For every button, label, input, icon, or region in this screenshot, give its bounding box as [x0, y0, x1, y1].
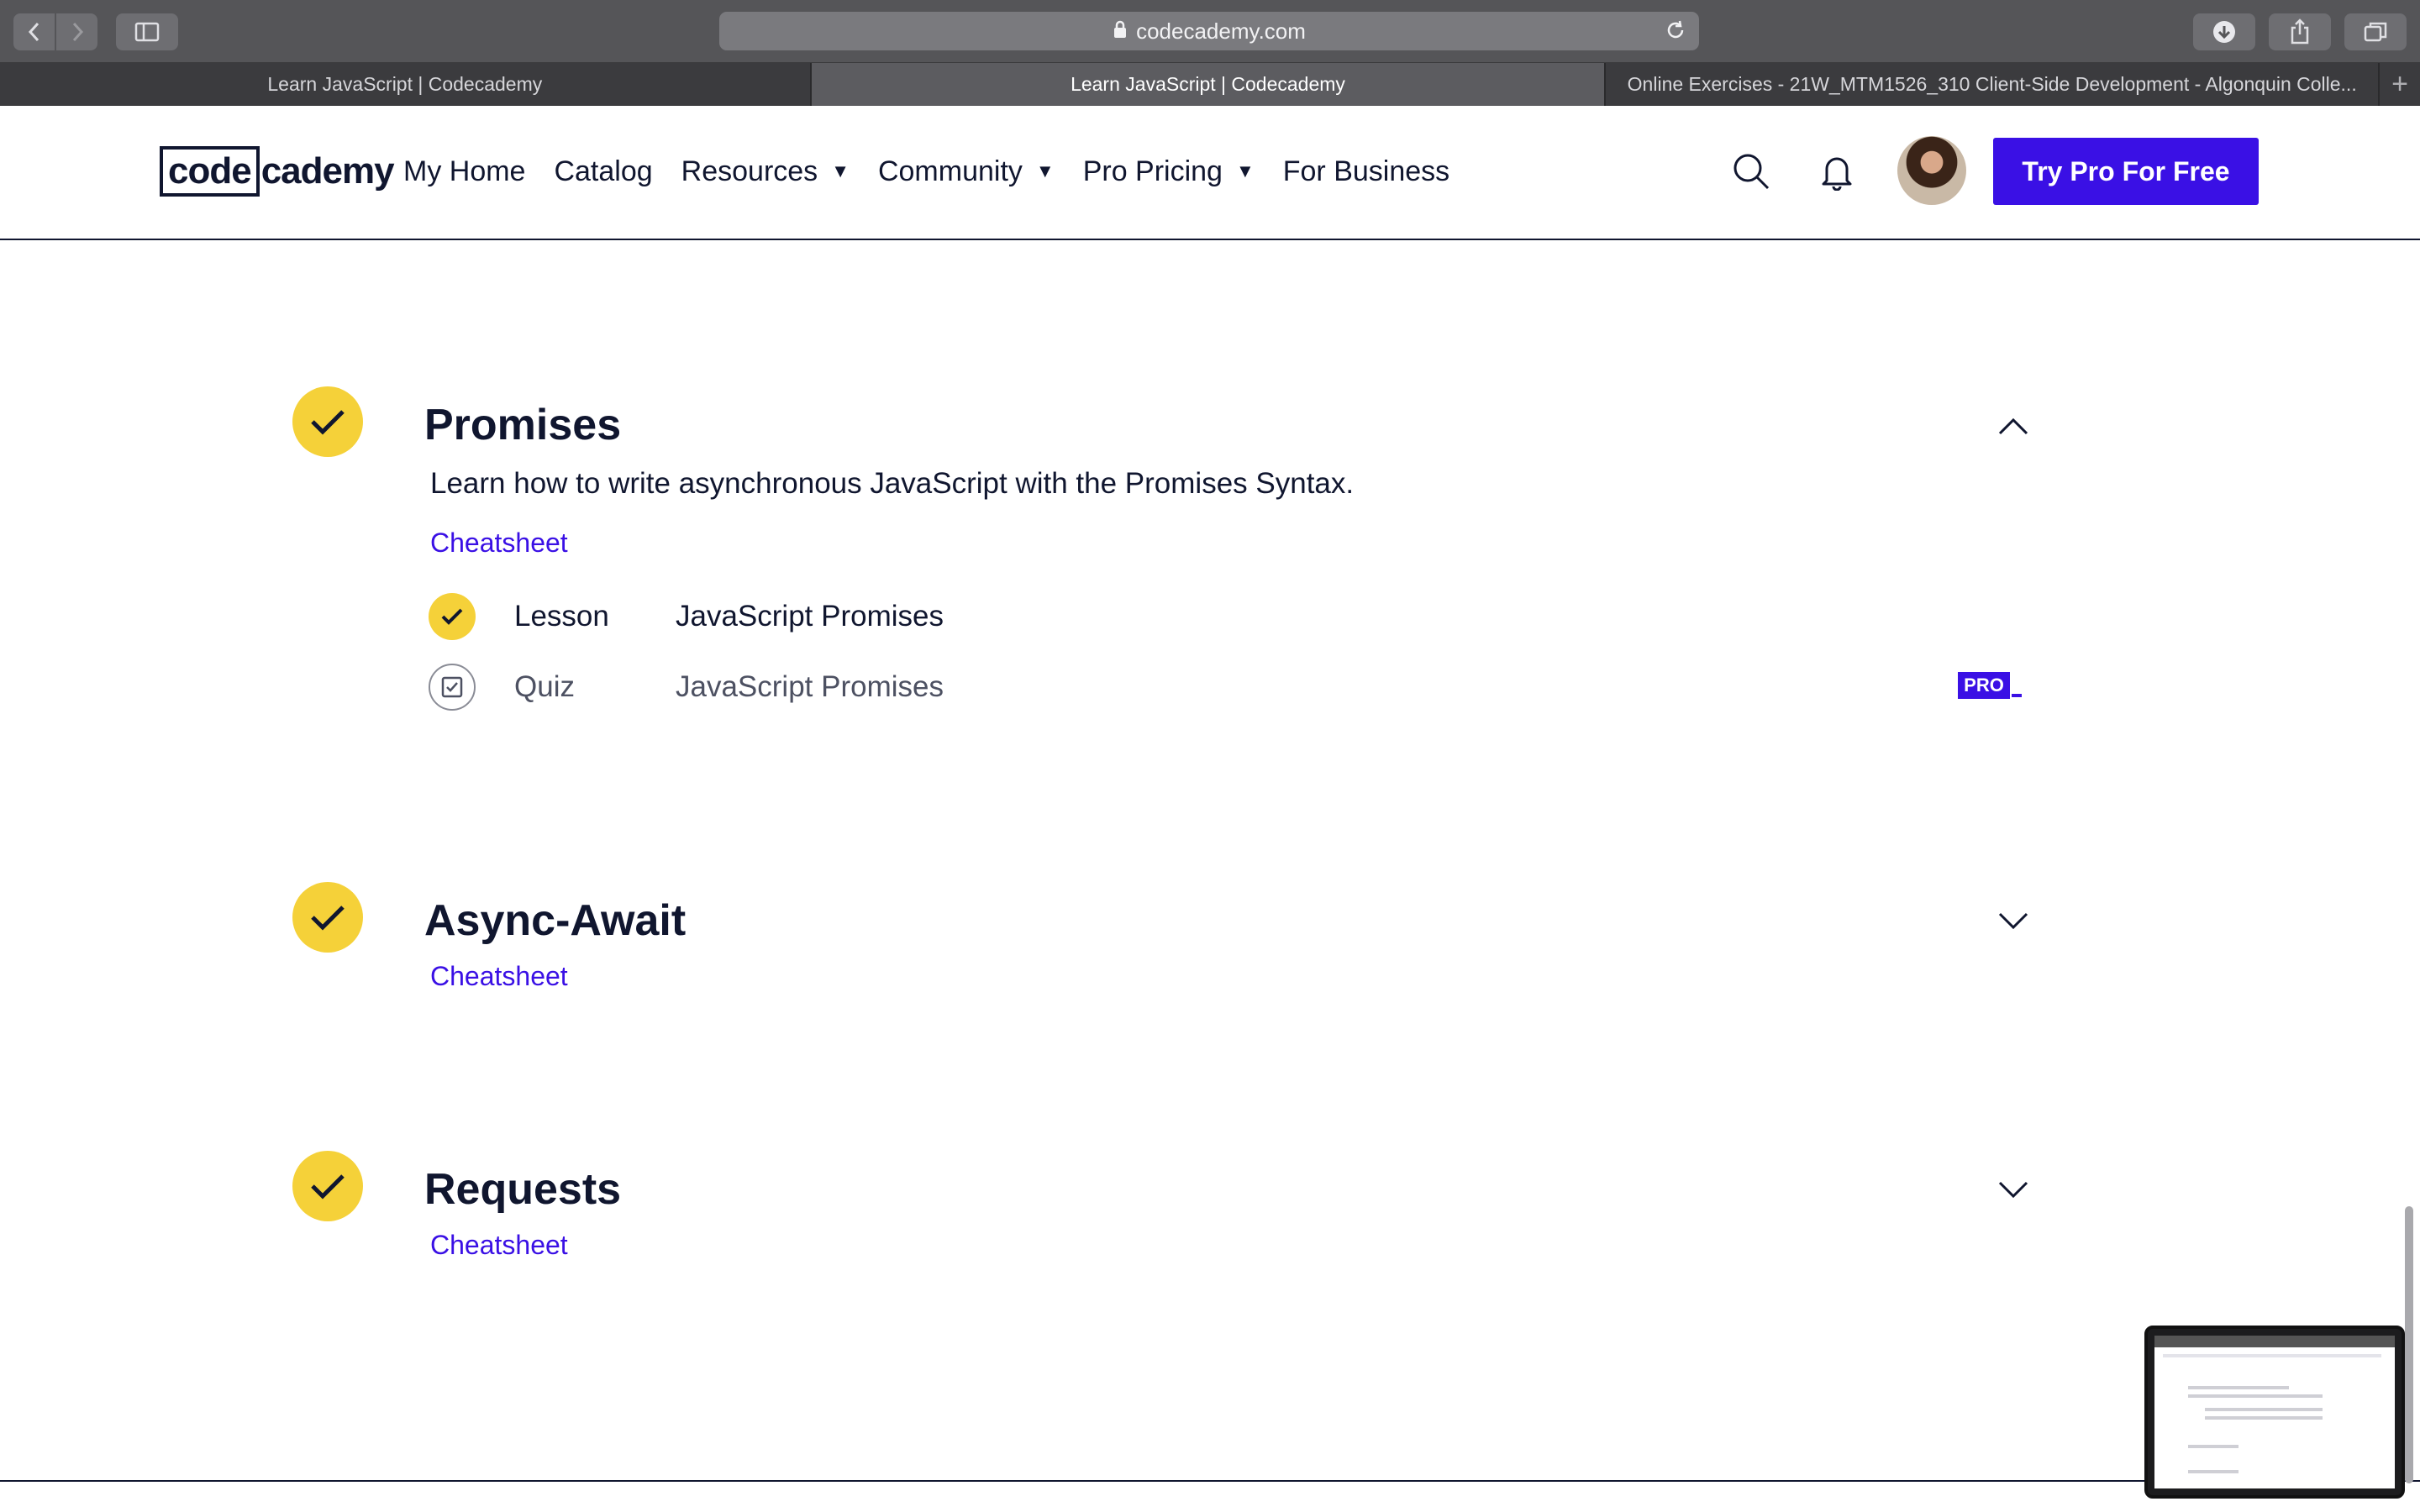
cheatsheet-link[interactable]: Cheatsheet — [430, 961, 568, 992]
screenshot-thumbnail[interactable] — [2144, 1326, 2405, 1499]
tab-bar: Learn JavaScript | Codecademy Learn Java… — [0, 63, 2420, 106]
pro-badge: PRO — [1958, 672, 2010, 699]
chevron-down-icon[interactable] — [1993, 904, 2033, 937]
nav-label: Community — [877, 155, 1023, 187]
item-kind: Lesson — [514, 600, 609, 633]
share-button[interactable] — [2269, 13, 2331, 50]
address-bar[interactable]: codecademy.com — [719, 12, 1699, 50]
nav-pro-pricing[interactable]: Pro Pricing ▼ — [1083, 155, 1255, 188]
sidebar-button[interactable] — [116, 13, 178, 50]
cheatsheet-link[interactable]: Cheatsheet — [430, 1230, 568, 1261]
tab-1[interactable]: Learn JavaScript | Codecademy — [0, 63, 812, 106]
module-title[interactable]: Promises — [424, 400, 621, 450]
tabs-overview-icon — [2364, 22, 2387, 42]
search-icon[interactable] — [1729, 150, 1773, 193]
pro-badge-underline — [2012, 694, 2022, 697]
chevron-up-icon[interactable] — [1993, 410, 2033, 444]
nav-label: For Business — [1282, 155, 1450, 187]
try-pro-button[interactable]: Try Pro For Free — [1993, 138, 2259, 205]
site-header: code cademy My Home Catalog Resources ▼ C… — [0, 106, 2420, 240]
reload-icon[interactable] — [1664, 18, 1687, 48]
nav-for-business[interactable]: For Business — [1283, 155, 1449, 188]
caret-down-icon: ▼ — [1035, 160, 1055, 181]
tab-title: Learn JavaScript | Codecademy — [267, 73, 543, 95]
module-description: Learn how to write asynchronous JavaScri… — [430, 467, 1355, 500]
module-complete-check-icon — [292, 386, 363, 457]
new-tab-icon[interactable]: + — [2380, 63, 2420, 106]
tab-2-active[interactable]: Learn JavaScript | Codecademy — [811, 63, 1607, 106]
browser-toolbar: codecademy.com — [0, 0, 2420, 63]
main-nav: My Home Catalog Resources ▼ Community ▼ Pr… — [403, 150, 1478, 193]
item-name: JavaScript Promises — [676, 600, 944, 633]
tab-title: Online Exercises - 21W_MTM1526_310 Clien… — [1627, 73, 2357, 95]
share-icon — [2291, 18, 2309, 45]
module-title[interactable]: Async-Await — [424, 895, 686, 946]
caret-down-icon: ▼ — [1235, 160, 1255, 181]
download-icon — [2213, 21, 2235, 43]
nav-resources[interactable]: Resources ▼ — [681, 155, 850, 188]
nav-label: Resources — [681, 155, 818, 187]
bell-icon[interactable] — [1815, 150, 1859, 193]
module-complete-check-icon — [292, 882, 363, 953]
quiz-icon — [429, 664, 476, 711]
nav-label: My Home — [403, 155, 526, 187]
thumbnail-screen — [2154, 1336, 2395, 1488]
avatar[interactable] — [1897, 136, 1966, 205]
nav-catalog[interactable]: Catalog — [554, 155, 652, 188]
codecademy-logo[interactable]: code cademy — [160, 146, 395, 197]
back-button[interactable] — [13, 13, 55, 50]
back-icon — [28, 22, 39, 42]
tab-3[interactable]: Online Exercises - 21W_MTM1526_310 Clien… — [1606, 63, 2381, 106]
list-item-lesson[interactable]: Lesson JavaScript Promises — [429, 591, 944, 642]
downloads-button[interactable] — [2193, 13, 2255, 50]
sidebar-icon — [134, 22, 160, 42]
forward-button[interactable] — [56, 13, 97, 50]
lock-icon — [1113, 18, 1128, 45]
cheatsheet-link[interactable]: Cheatsheet — [430, 528, 568, 559]
tabs-overview-button[interactable] — [2344, 13, 2407, 50]
logo-box-text: code — [160, 146, 260, 197]
footer-divider — [0, 1480, 2420, 1482]
forward-icon — [72, 22, 83, 42]
module-title[interactable]: Requests — [424, 1164, 621, 1215]
url-text: codecademy.com — [1136, 18, 1306, 44]
item-kind: Quiz — [514, 670, 575, 703]
item-name: JavaScript Promises — [676, 670, 944, 703]
nav-community[interactable]: Community ▼ — [878, 155, 1055, 188]
completed-check-icon — [429, 593, 476, 640]
tab-title: Learn JavaScript | Codecademy — [1071, 73, 1345, 95]
caret-down-icon: ▼ — [831, 160, 850, 181]
module-complete-check-icon — [292, 1151, 363, 1221]
list-item-quiz[interactable]: Quiz JavaScript Promises — [429, 662, 944, 712]
logo-rest-text: cademy — [260, 150, 395, 192]
nav-label: Catalog — [554, 155, 653, 187]
chevron-down-icon[interactable] — [1993, 1173, 2033, 1206]
nav-my-home[interactable]: My Home — [403, 155, 525, 188]
nav-label: Pro Pricing — [1082, 155, 1223, 187]
scrollbar[interactable] — [2405, 1206, 2413, 1483]
history-buttons — [13, 13, 97, 50]
